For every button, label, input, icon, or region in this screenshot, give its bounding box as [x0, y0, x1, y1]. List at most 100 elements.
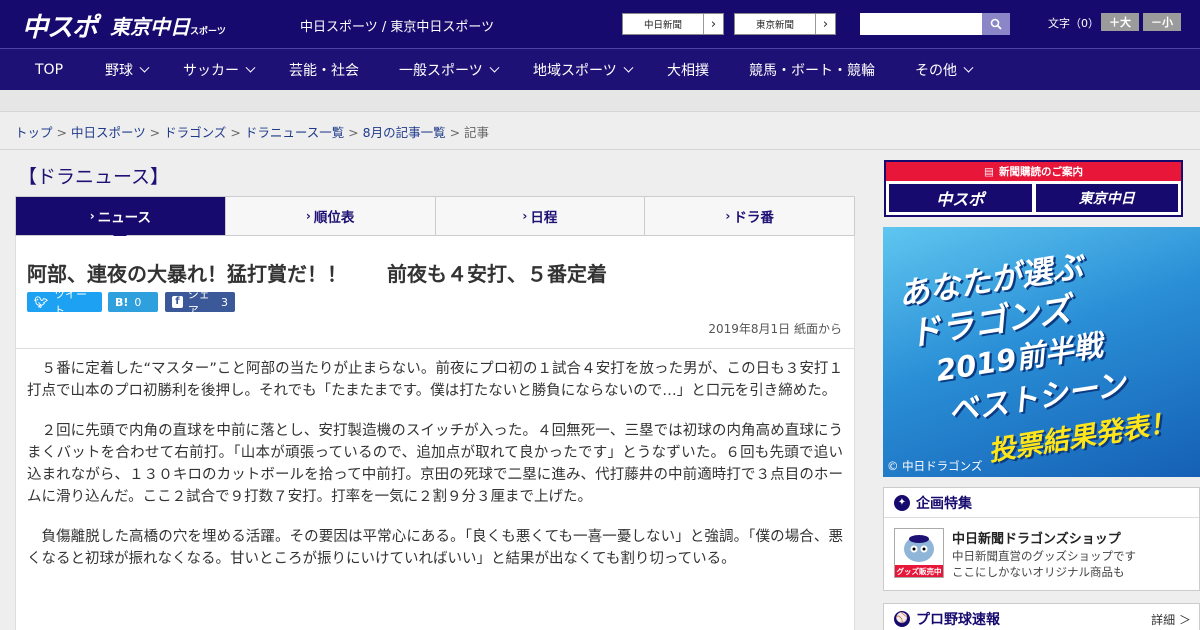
section-tabs: › ニュース › 順位表 › 日程 › ドラ番: [15, 196, 855, 242]
nav-label: サッカー: [183, 63, 239, 79]
hatena-count: 0: [134, 295, 142, 309]
twitter-bird-icon: 🐦︎: [34, 295, 48, 309]
shop-description: 中日新聞直営のグッズショップです ここにしかないオリジナル商品も: [952, 548, 1136, 580]
facebook-icon: f: [172, 296, 183, 308]
chuspo-logo[interactable]: 中スポ: [22, 7, 98, 44]
article-headline: 阿部、連夜の大暴れ！猛打賞だ！！ 前夜も４安打、５番定着: [27, 262, 607, 286]
breadcrumb-current: 記事: [464, 125, 490, 140]
chevron-right-icon: ›: [305, 209, 311, 223]
feature-icon: ✦: [894, 494, 910, 511]
hatena-bookmark-button[interactable]: B! 0: [108, 292, 158, 312]
nav-sumo[interactable]: 大相撲: [667, 49, 709, 91]
chevron-down-icon: [139, 62, 150, 73]
chevron-right-icon: ›: [89, 209, 95, 223]
tab-label: ドラ番: [733, 210, 774, 226]
breadcrumb-dragons[interactable]: ドラゴンズ: [164, 125, 226, 140]
tokyo-shimbun-link[interactable]: 東京新聞 ›: [734, 13, 836, 35]
chuspo-subscribe-logo: 中スポ: [889, 184, 1032, 212]
tab-news[interactable]: › ニュース: [16, 197, 226, 242]
tab-label: ニュース: [97, 210, 152, 226]
search-button[interactable]: [982, 13, 1010, 35]
nav-label: 野球: [105, 63, 133, 79]
font-larger-button[interactable]: ＋大: [1101, 13, 1139, 31]
feature-box: ✦ 企画特集 グッズ販売中 中日新聞ドラゴンズショップ 中日新聞直営のグッズショッ…: [883, 487, 1200, 591]
nav-local-sports[interactable]: 地域スポーツ: [533, 49, 634, 91]
chevron-right-icon: ›: [815, 14, 835, 34]
chevron-down-icon: [245, 62, 256, 73]
tab-dora-ban[interactable]: › ドラ番: [645, 197, 854, 235]
tweet-button[interactable]: 🐦︎ ツイート: [27, 288, 102, 317]
baseball-live-box: ⚾ プロ野球速報 詳細 ＞: [883, 603, 1200, 630]
nav-soccer[interactable]: サッカー: [183, 49, 256, 91]
nav-label: 大相撲: [667, 63, 709, 79]
tab-label: 日程: [530, 210, 558, 226]
site-header: 中スポ 東京中日スポーツ 中日スポーツ / 東京中日スポーツ 中日新聞 › 東京…: [0, 0, 1200, 48]
chunichi-shimbun-link[interactable]: 中日新聞 ›: [622, 13, 724, 35]
search-icon: [990, 18, 1002, 30]
nav-label: 地域スポーツ: [533, 63, 617, 79]
tokyo-logo-sub: スポーツ: [190, 27, 226, 37]
shop-thumbnail[interactable]: グッズ販売中: [894, 528, 944, 578]
newspaper-icon: ▤: [984, 165, 994, 178]
article-body: ５番に定着した“マスター”こと阿部の当たりが止まらない。前夜にプロ初の１試合４安…: [15, 348, 855, 630]
tweet-label: ツイート: [53, 288, 87, 317]
font-size-label: 文字（0）: [1048, 17, 1099, 30]
breadcrumb-dora-news-list[interactable]: ドラニュース一覧: [245, 125, 344, 140]
breadcrumb-top[interactable]: トップ: [15, 125, 53, 140]
site-names: 中日スポーツ / 東京中日スポーツ: [300, 20, 495, 35]
chunichi-shimbun-label: 中日新聞: [643, 20, 682, 31]
tokyo-chunichi-logo[interactable]: 東京中日スポーツ: [110, 11, 226, 40]
nav-general-sports[interactable]: 一般スポーツ: [399, 49, 500, 91]
tab-standings[interactable]: › 順位表: [226, 197, 436, 235]
baseball-more-link[interactable]: 詳細 ＞: [1151, 611, 1191, 628]
facebook-share-label: シェア: [187, 288, 210, 317]
chevron-down-icon: [623, 62, 634, 73]
subscription-banner[interactable]: ▤ 新聞購読のご案内 中スポ 東京中日: [884, 160, 1183, 217]
baseball-icon: ⚾: [894, 611, 910, 627]
search-input[interactable]: [860, 13, 982, 35]
ad-copyright: © 中日ドラゴンズ: [887, 459, 983, 473]
nav-label: 一般スポーツ: [399, 63, 483, 79]
hatena-bookmark-icon: B!: [115, 295, 129, 309]
tokyo-logo-text: 東京中日: [110, 15, 190, 39]
section-title: 【ドラニュース】: [18, 166, 170, 188]
nav-racing[interactable]: 競馬・ボート・競輪: [749, 49, 875, 91]
divider: [0, 149, 1200, 150]
feature-title: 企画特集: [916, 495, 972, 512]
shop-badge: グッズ販売中: [896, 567, 942, 576]
chevron-right-icon: ›: [522, 209, 528, 223]
breadcrumb-chunichi-sports[interactable]: 中日スポーツ: [71, 125, 146, 140]
article-dateline: 2019年8月1日 紙面から: [708, 322, 842, 336]
article-paragraph: 負傷離脱した高橋の穴を埋める活躍。その要因は平常心にある。「良くも悪くても一喜一…: [27, 529, 843, 567]
nav-top[interactable]: TOP: [35, 49, 63, 91]
nav-other[interactable]: その他: [915, 49, 974, 91]
nav-entertainment[interactable]: 芸能・社会: [289, 49, 359, 91]
facebook-share-button[interactable]: f シェア 3: [165, 288, 235, 317]
baseball-title: プロ野球速報: [916, 612, 1000, 628]
shop-title[interactable]: 中日新聞ドラゴンズショップ: [952, 528, 1121, 547]
feature-heading: ✦ 企画特集: [884, 488, 1199, 518]
chevron-right-icon: ›: [725, 209, 731, 223]
article-paragraph: ５番に定着した“マスター”こと阿部の当たりが止まらない。前夜にプロ初の１試合４安…: [27, 361, 843, 399]
article-header: 阿部、連夜の大暴れ！猛打賞だ！！ 前夜も４安打、５番定着 🐦︎ ツイート B! 0 …: [15, 236, 855, 349]
breadcrumb: トップ > 中日スポーツ > ドラゴンズ > ドラニュース一覧 > 8月の記事一…: [15, 125, 490, 140]
chevron-right-icon: ›: [703, 14, 723, 34]
tab-schedule[interactable]: › 日程: [436, 197, 646, 235]
nav-label: その他: [915, 63, 957, 79]
nav-label: TOP: [35, 62, 64, 78]
main-nav: TOP 野球 サッカー 芸能・社会 一般スポーツ 地域スポーツ 大相撲 競馬・ボ…: [0, 48, 1200, 90]
facebook-count: 3: [221, 295, 228, 309]
font-smaller-button[interactable]: －小: [1143, 13, 1181, 31]
breadcrumb-august-list[interactable]: 8月の記事一覧: [363, 125, 446, 140]
tokyo-chunichi-subscribe-logo: 東京中日: [1035, 184, 1178, 212]
tab-label: 順位表: [313, 210, 355, 226]
shop-desc-line: ここにしかないオリジナル商品も: [952, 565, 1125, 579]
subscription-title: ▤ 新聞購読のご案内: [886, 162, 1181, 181]
dragons-best-scene-ad[interactable]: あなたが選ぶ ドラゴンズ 2019前半戦 ベストシーン 投票結果発表！ © 中日…: [883, 227, 1200, 477]
shop-desc-line: 中日新聞直営のグッズショップです: [952, 549, 1136, 563]
nav-baseball[interactable]: 野球: [105, 49, 150, 91]
subscription-title-text: 新聞購読のご案内: [998, 166, 1083, 178]
nav-label: 競馬・ボート・競輪: [749, 63, 875, 79]
chevron-down-icon: [489, 62, 500, 73]
header-band: [0, 90, 1200, 112]
